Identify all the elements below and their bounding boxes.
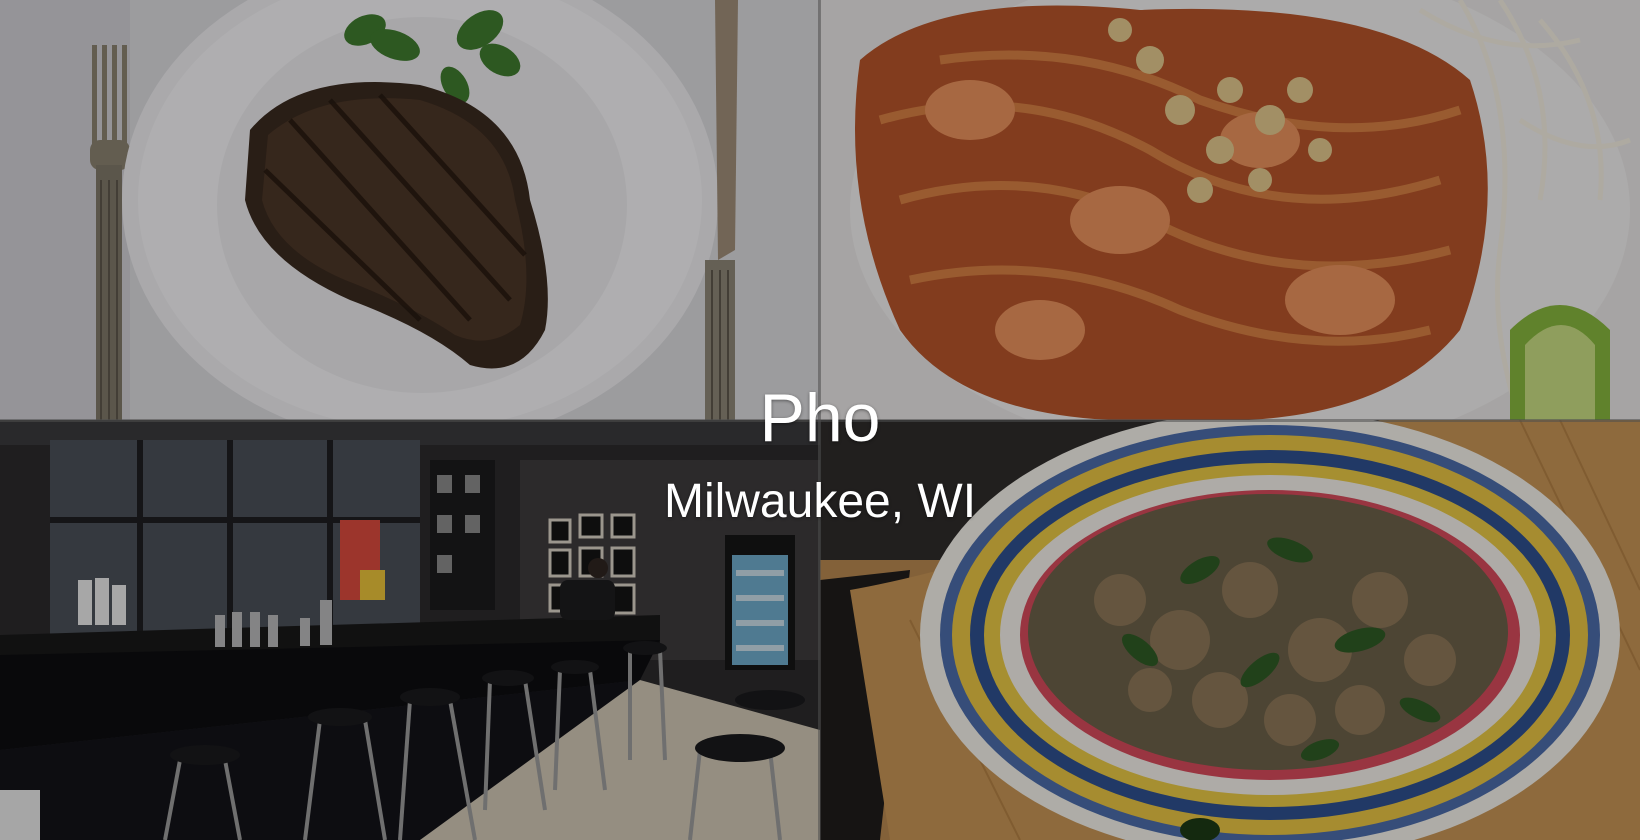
restaurant-hero: Pho Milwaukee, WI (0, 0, 1640, 840)
pad-thai-image (820, 0, 1640, 420)
steak-image (0, 0, 820, 420)
restaurant-location: Milwaukee, WI (663, 475, 977, 528)
photo-steak (0, 0, 820, 420)
photo-pad-thai (820, 0, 1640, 420)
restaurant-name: Pho (759, 380, 881, 456)
